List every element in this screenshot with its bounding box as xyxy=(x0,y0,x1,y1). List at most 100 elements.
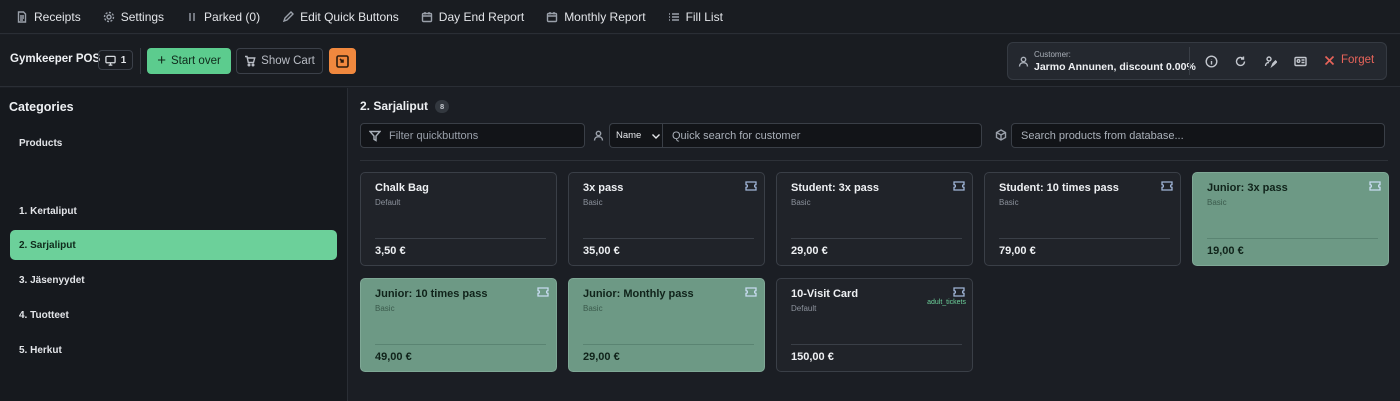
customer-label: Customer: xyxy=(1034,50,1071,59)
category-title: 2. Sarjaliput xyxy=(360,99,429,113)
sidebar-item-tuotteet[interactable]: 4. Tuotteet xyxy=(10,300,337,330)
sidebar-item-jasenyydet[interactable]: 3. Jäsenyydet xyxy=(10,265,337,295)
menu-fill-list[interactable]: Fill List xyxy=(668,10,723,24)
product-card[interactable]: Junior: 3x pass Basic 19,00 € xyxy=(1192,172,1389,266)
show-cart-button[interactable]: Show Cart xyxy=(236,48,323,74)
product-database-search-input[interactable]: Search products from database... xyxy=(1011,123,1385,148)
product-name: Junior: 10 times pass xyxy=(375,288,488,300)
menu-settings[interactable]: Settings xyxy=(103,10,164,24)
ticket-icon xyxy=(1369,178,1381,191)
sidebar-item-herkut[interactable]: 5. Herkut xyxy=(10,335,337,365)
card-divider xyxy=(375,238,546,239)
ticket-icon xyxy=(953,178,965,191)
product-name: Student: 3x pass xyxy=(791,182,880,194)
product-card[interactable]: 3x pass Basic 35,00 € xyxy=(568,172,765,266)
list-icon xyxy=(668,12,679,21)
product-price: 150,00 € xyxy=(791,351,834,363)
user-edit-icon[interactable] xyxy=(1264,55,1277,68)
menu-day-end-report[interactable]: Day End Report xyxy=(421,10,524,24)
calendar-icon xyxy=(546,11,558,22)
product-price: 3,50 € xyxy=(375,245,406,257)
shrink-icon xyxy=(336,54,349,68)
filter-icon xyxy=(369,130,381,142)
product-price: 79,00 € xyxy=(999,245,1036,257)
product-price: 29,00 € xyxy=(791,245,828,257)
product-card[interactable]: Chalk Bag Default 3,50 € xyxy=(360,172,557,266)
start-over-button[interactable]: + Start over xyxy=(147,48,231,74)
calendar-icon xyxy=(421,11,432,22)
search-by-select[interactable]: Name xyxy=(609,123,662,148)
product-price: 19,00 € xyxy=(1207,245,1244,257)
menu-edit-quick-buttons[interactable]: Edit Quick Buttons xyxy=(282,10,399,24)
product-count-badge: 8 xyxy=(435,99,450,113)
categories-sidebar: Categories Products 1. Kertaliput 2. Sar… xyxy=(0,88,348,401)
chevron-down-icon xyxy=(652,133,661,139)
product-price-group: Basic xyxy=(583,198,603,207)
receipt-icon xyxy=(17,10,27,23)
product-name: Student: 10 times pass xyxy=(999,182,1119,194)
forget-customer-button[interactable]: Forget xyxy=(1324,54,1374,66)
brand-name: Gymkeeper POS xyxy=(10,53,101,65)
product-price-group: Default xyxy=(375,198,401,207)
card-divider xyxy=(1207,238,1378,239)
card-divider xyxy=(375,344,546,345)
close-icon xyxy=(1324,55,1335,65)
menu-monthly-report[interactable]: Monthly Report xyxy=(546,10,646,24)
ticket-icon xyxy=(1161,178,1173,191)
card-divider xyxy=(583,344,754,345)
id-card-icon[interactable] xyxy=(1294,55,1307,68)
ticket-icon xyxy=(953,284,965,297)
top-menu-bar: Receipts Settings Parked (0) Edit Quick … xyxy=(0,0,1400,34)
customer-name: Jarmo Annunen, discount 0.00% xyxy=(1034,61,1196,73)
product-price-group: Default xyxy=(791,304,817,313)
menu-receipts[interactable]: Receipts xyxy=(16,10,81,24)
ticket-icon xyxy=(745,178,757,191)
customer-divider xyxy=(1189,47,1190,75)
menu-parked[interactable]: Parked (0) xyxy=(186,10,260,24)
product-card[interactable]: Junior: Monthly pass Basic 29,00 € xyxy=(568,278,765,372)
product-price-group: Basic xyxy=(791,198,811,207)
person-icon xyxy=(593,130,604,141)
sidebar-title: Categories xyxy=(9,100,74,114)
pencil-icon xyxy=(282,10,295,22)
product-price-group: Basic xyxy=(375,304,395,313)
product-price-group: Basic xyxy=(1207,198,1227,207)
sidebar-item-sarjaliput[interactable]: 2. Sarjaliput xyxy=(10,230,337,260)
product-card[interactable]: 10-Visit Card Default adult_tickets 150,00 … xyxy=(776,278,973,372)
product-name: 3x pass xyxy=(583,182,624,194)
card-divider xyxy=(999,238,1170,239)
ticket-icon xyxy=(745,284,757,297)
product-name: 10-Visit Card xyxy=(791,288,859,300)
filter-quickbuttons-input[interactable]: Filter quickbuttons xyxy=(360,123,585,148)
ticket-icon xyxy=(537,284,549,297)
product-card[interactable]: Student: 10 times pass Basic 79,00 € xyxy=(984,172,1181,266)
product-price: 29,00 € xyxy=(583,351,620,363)
category-heading: 2. Sarjaliput 8 xyxy=(360,99,450,113)
toolbar-divider xyxy=(140,48,141,74)
sidebar-item-kertaliput[interactable]: 1. Kertaliput xyxy=(10,196,337,226)
shrink-button[interactable] xyxy=(329,48,356,74)
pos-toolbar: Gymkeeper POS 1 + Start over Show Cart C… xyxy=(0,35,1400,87)
product-name: Junior: Monthly pass xyxy=(583,288,694,300)
cart-icon xyxy=(245,55,256,67)
card-divider xyxy=(583,238,754,239)
package-icon xyxy=(995,129,1007,141)
sidebar-item-products[interactable]: Products xyxy=(10,128,337,158)
product-card[interactable]: Student: 3x pass Basic 29,00 € xyxy=(776,172,973,266)
product-card[interactable]: Junior: 10 times pass Basic 49,00 € xyxy=(360,278,557,372)
product-price-group: Basic xyxy=(999,198,1019,207)
register-chip[interactable]: 1 xyxy=(98,50,133,70)
monitor-icon xyxy=(104,55,116,66)
refresh-icon[interactable] xyxy=(1234,55,1247,68)
product-price: 35,00 € xyxy=(583,245,620,257)
info-icon[interactable] xyxy=(1205,55,1218,68)
user-icon xyxy=(1018,56,1029,67)
customer-panel: Customer: Jarmo Annunen, discount 0.00% … xyxy=(1007,42,1387,80)
pause-icon xyxy=(189,12,195,21)
customer-search-input[interactable]: Quick search for customer xyxy=(662,123,982,148)
content-divider xyxy=(360,160,1388,161)
product-price: 49,00 € xyxy=(375,351,412,363)
card-divider xyxy=(791,344,962,345)
product-price-group: Basic xyxy=(583,304,603,313)
card-divider xyxy=(791,238,962,239)
